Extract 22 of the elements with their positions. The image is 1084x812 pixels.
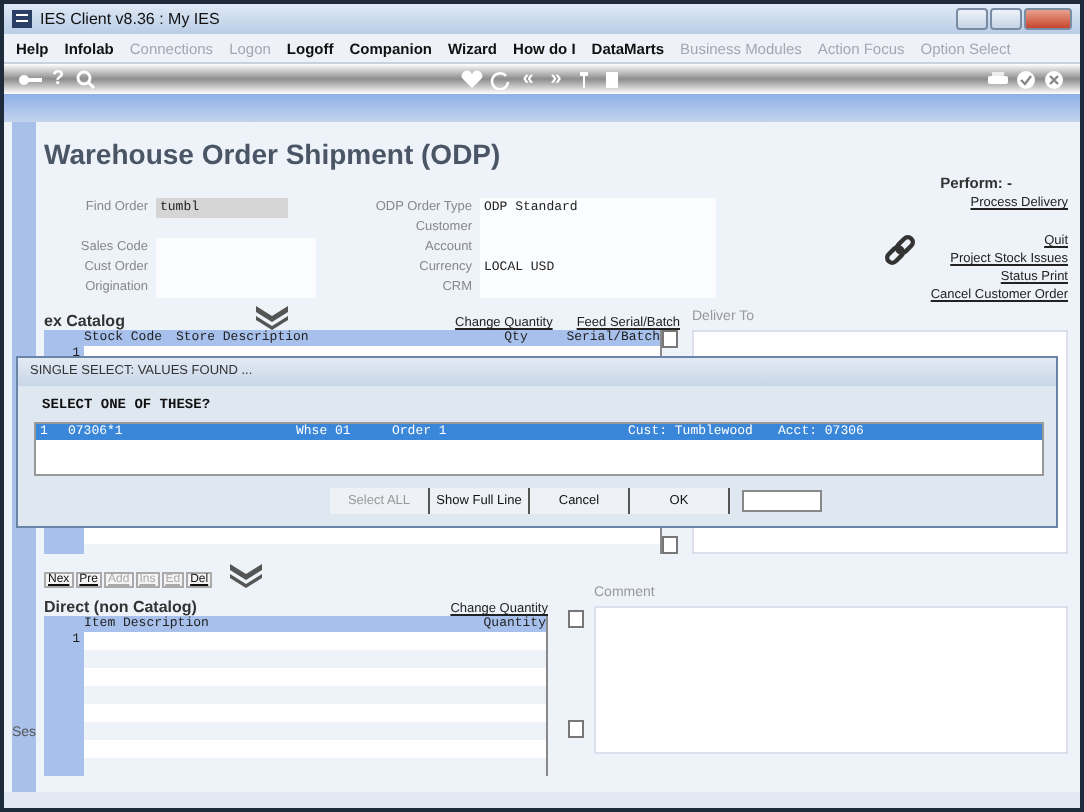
section-title: ex Catalog bbox=[44, 312, 127, 330]
scroll-down-button[interactable] bbox=[662, 536, 678, 554]
close-button[interactable] bbox=[1024, 8, 1072, 30]
chevron-down-icon[interactable] bbox=[252, 306, 292, 330]
close-icon[interactable] bbox=[1040, 67, 1068, 91]
window-title: IES Client v8.36 : My IES bbox=[40, 10, 222, 28]
section-title: Direct (non Catalog) bbox=[44, 598, 199, 616]
app-icon bbox=[12, 10, 32, 28]
chevron-down-icon[interactable] bbox=[226, 564, 267, 588]
search-icon[interactable] bbox=[72, 67, 100, 91]
input-field[interactable] bbox=[742, 490, 822, 512]
scroll-up-button[interactable] bbox=[662, 330, 678, 348]
scroll-down-button[interactable] bbox=[568, 720, 584, 738]
scroll-up-button[interactable] bbox=[568, 610, 584, 628]
page-title: Warehouse Order Shipment (ODP) bbox=[44, 138, 503, 170]
refresh-icon[interactable] bbox=[486, 67, 514, 91]
maximize-button[interactable] bbox=[990, 8, 1022, 30]
check-icon[interactable] bbox=[1012, 67, 1040, 91]
minimize-button[interactable] bbox=[956, 8, 988, 30]
comment-field[interactable] bbox=[594, 606, 1068, 754]
chain-link-icon bbox=[882, 234, 919, 266]
heart-icon[interactable] bbox=[458, 67, 486, 91]
